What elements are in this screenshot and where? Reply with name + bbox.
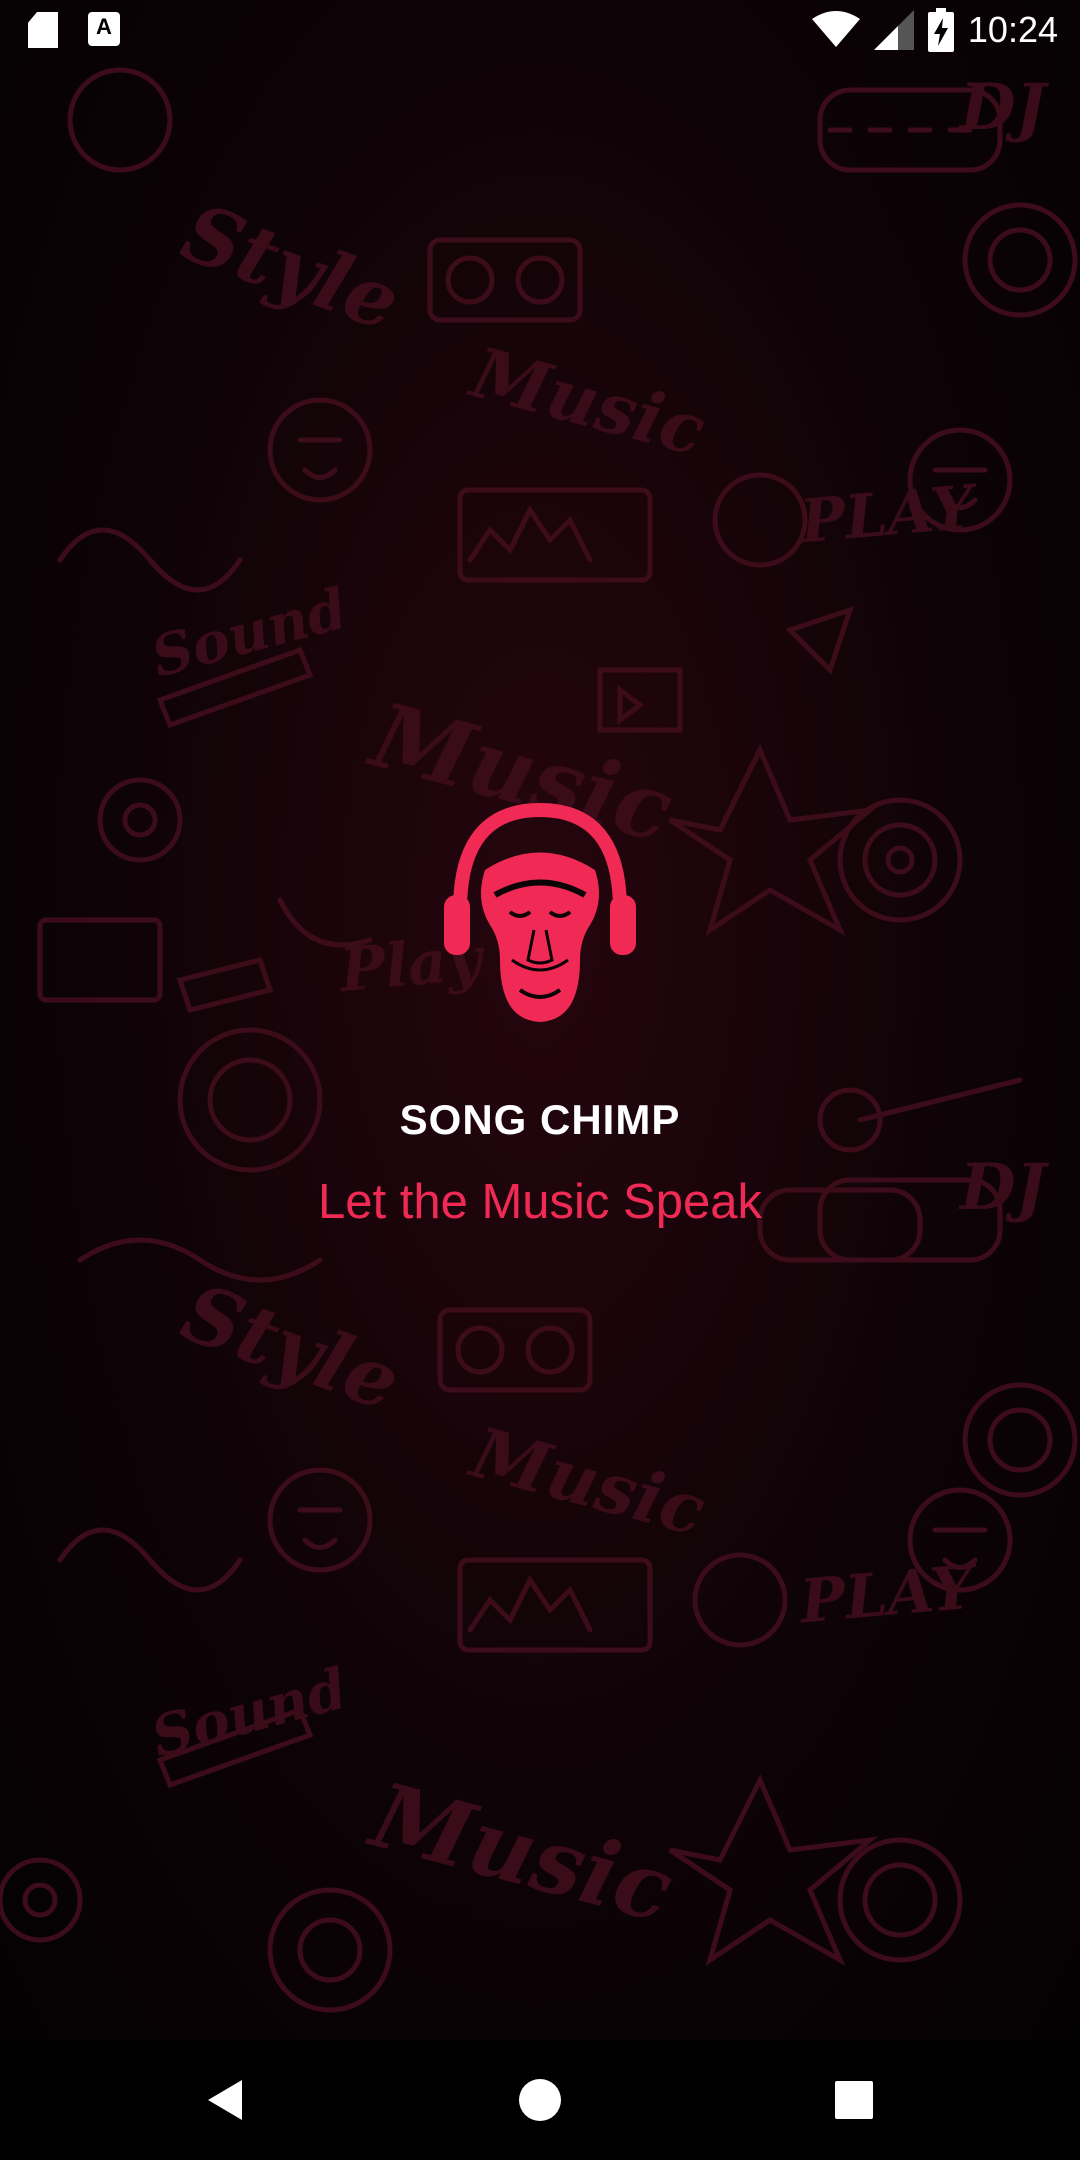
status-bar: A 10:24 <box>0 0 1080 63</box>
monkey-headphones-logo <box>444 802 636 1022</box>
home-icon <box>519 2079 561 2121</box>
splash-screen: Music Style Sound PLAY Play Music DJ Mus… <box>0 0 1080 2160</box>
tagline: Let the Music Speak <box>318 1175 762 1229</box>
app-title: SONG CHIMP <box>399 1096 681 1143</box>
back-icon <box>208 2080 242 2120</box>
sd-card-icon <box>28 12 58 48</box>
recents-button[interactable] <box>822 2068 886 2132</box>
clock: 10:24 <box>967 9 1058 50</box>
recents-icon <box>835 2081 873 2119</box>
battery-charging-icon <box>927 8 954 52</box>
wifi-icon <box>811 11 860 47</box>
doodle-word-dj: DJ <box>960 70 1046 145</box>
navigation-bar <box>0 2040 1080 2160</box>
text-a-icon: A <box>88 12 120 46</box>
back-button[interactable] <box>194 2068 258 2132</box>
signal-icon <box>873 10 914 50</box>
home-button[interactable] <box>508 2068 572 2132</box>
